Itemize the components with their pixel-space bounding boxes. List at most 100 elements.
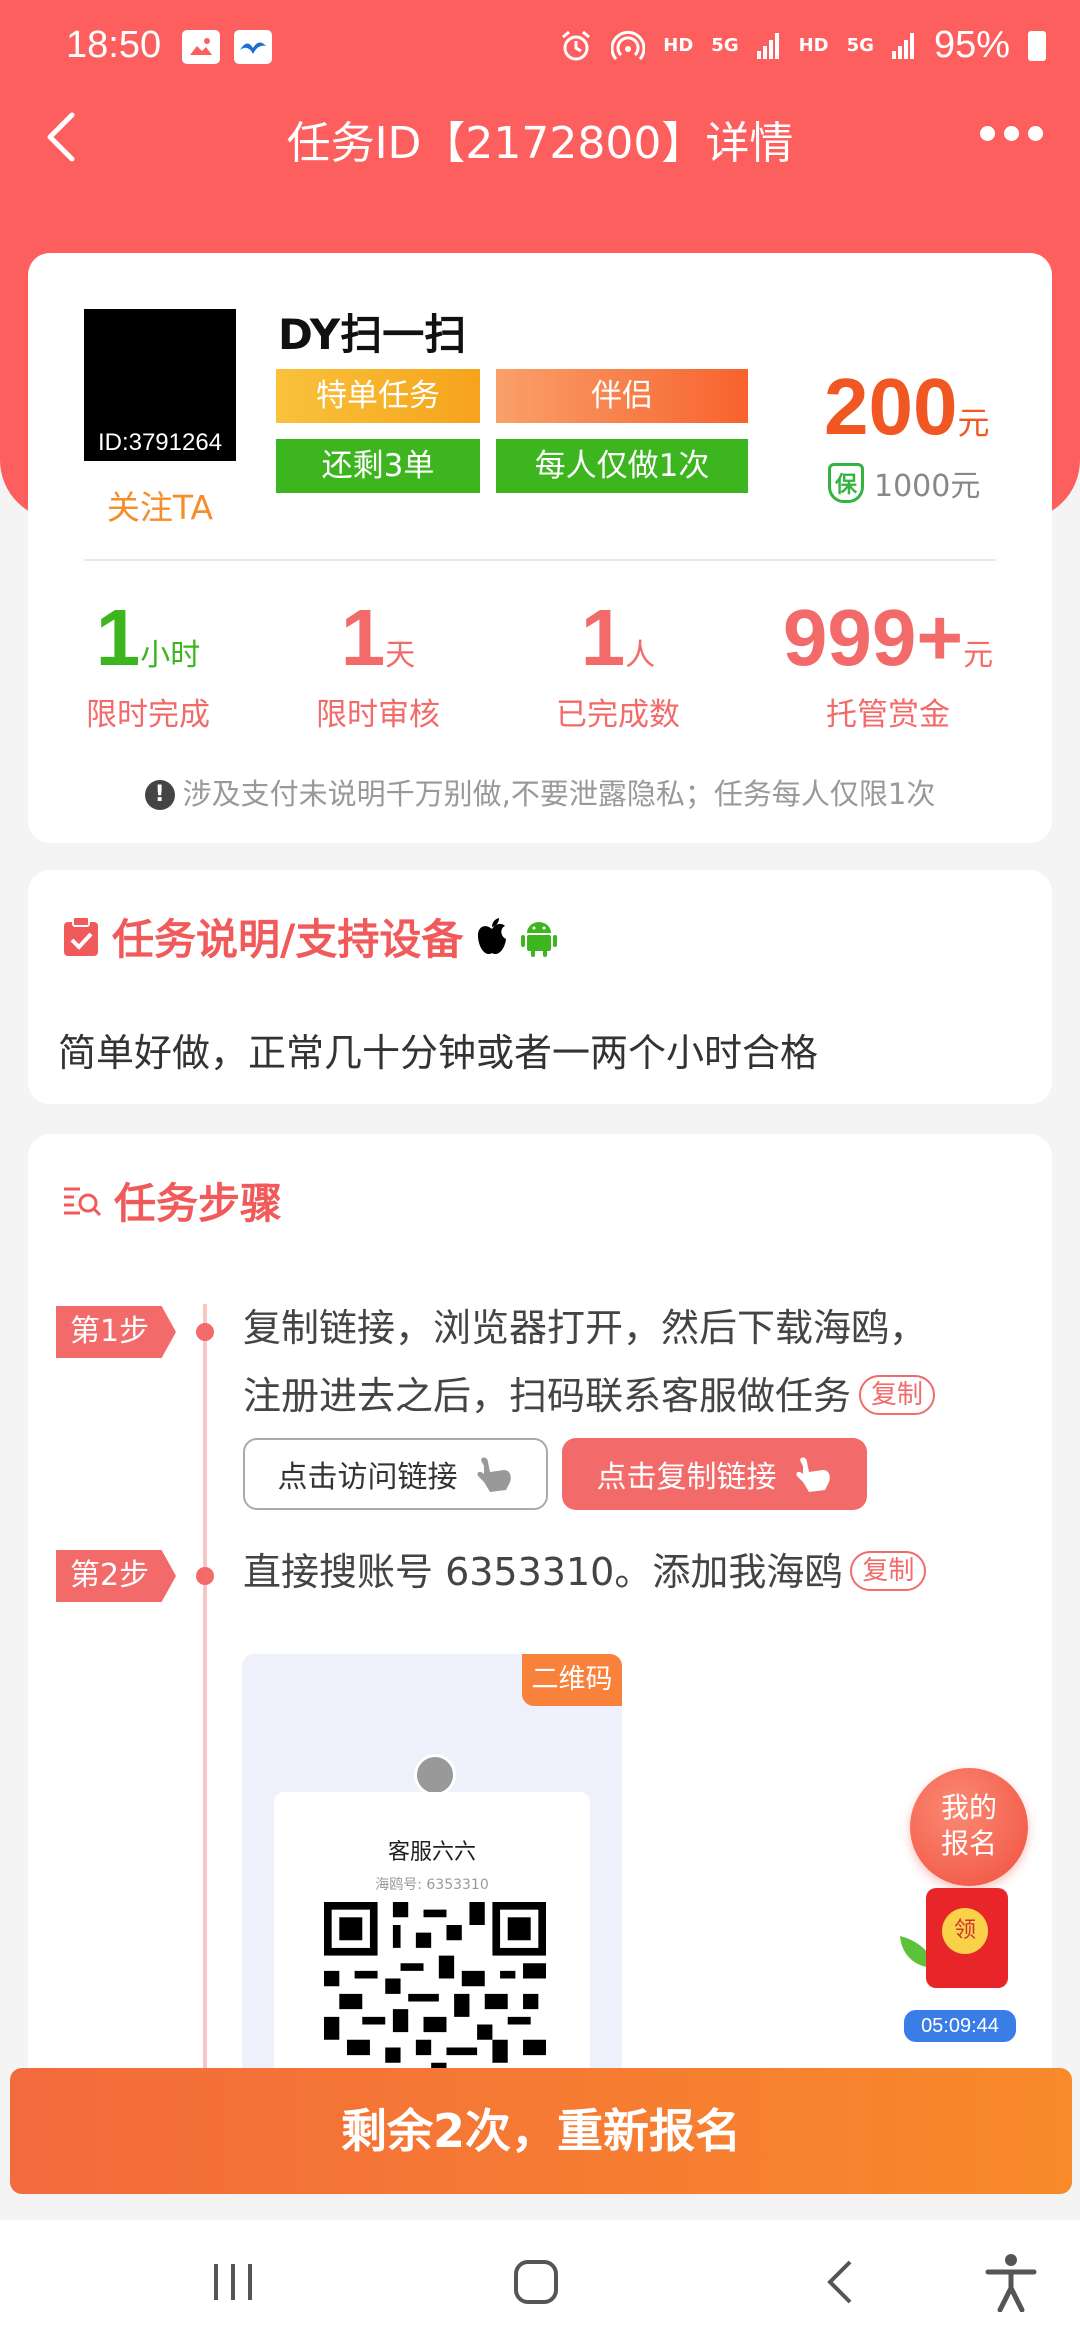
task-description-card: 任务说明/支持设备 简单好做，正常几十分钟或者一两个小时合格 [28,870,1052,1104]
price-value: 200 [824,362,958,451]
step-1-line-2: 注册进去之后，扫码联系客服做任务 [243,1374,852,1418]
stat-label: 限时审核 [316,697,440,733]
signal-icon-2 [891,32,914,59]
follow-button[interactable]: 关注TA [84,481,236,529]
android-icon [521,921,558,957]
signup-line-2: 报名 [940,1827,997,1860]
stat-unit: 小时 [140,638,201,673]
stat-unit: 天 [385,638,416,673]
service-name: 客服六六 [387,1840,476,1865]
guarantee-info: 保 1000元 [828,461,980,505]
stat-label: 已完成数 [556,697,680,733]
copy-link-label: 点击复制链接 [596,1460,777,1495]
steps-title-text: 任务步骤 [114,1179,283,1228]
home-icon[interactable] [512,2258,560,2306]
status-time: 18:50 [66,24,162,66]
warning-icon: ! [144,780,175,810]
page-title: 任务ID【2172800】详情 [286,118,794,169]
pointing-hand-icon [476,1457,511,1492]
step-1-text: 复制链接，浏览器打开，然后下载海鸥， 注册进去之后，扫码联系客服做任务 复制 [243,1294,936,1430]
warning-notice: ! 涉及支付未说明千万别做,不要泄露隐私；任务每人仅限1次 [28,771,1052,813]
battery-percent: 95% [933,24,1010,66]
claim-coin-icon: 领 [942,1908,988,1954]
steps-timeline [203,1304,207,2124]
pointing-hand-icon [795,1457,830,1492]
nav-bar: 任务ID【2172800】详情 [0,95,1080,185]
status-right-icons: HD 5G HD 5G 95% [559,24,1046,67]
gallery-icon [182,30,220,64]
stat-value: 999+ [782,593,964,682]
copy-link-button[interactable]: 点击复制链接 [562,1438,867,1510]
step-2-badge: 第2步 [56,1550,176,1602]
qr-tag: 二维码 [522,1654,622,1706]
stat-unit: 元 [963,638,994,673]
step-2-dot [196,1567,214,1585]
battery-icon [1028,30,1046,61]
signup-line-1: 我的 [940,1791,997,1824]
task-summary-card: ID:3791264 关注TA DY扫一扫 特单任务 伴侣 还剩3单 每人仅做1… [28,253,1052,843]
guarantee-amount: 1000元 [874,469,981,504]
stat-value: 1 [95,593,141,682]
stat-escrow-reward: 999+元 托管赏金 [768,593,1008,734]
stat-review-limit: 1天 限时审核 [258,593,498,734]
guarantee-shield-icon: 保 [828,463,864,503]
service-account: 海鸥号: 6353310 [375,1877,489,1893]
list-search-icon [64,1187,102,1216]
countdown-timer: 05:09:44 [904,2010,1016,2042]
system-navigation-bar [0,2220,1080,2340]
status-bar: 18:50 HD 5G HD 5G 95% [0,0,1080,95]
step-1-line-2-row: 注册进去之后，扫码联系客服做任务 复制 [243,1362,936,1430]
service-avatar [414,1754,456,1796]
publisher-id: ID:3791264 [97,429,223,456]
stat-label: 托管赏金 [826,697,950,733]
description-title: 任务说明/支持设备 [62,906,558,967]
network-hd-2: HD [798,34,829,56]
seagull-app-icon [234,30,272,64]
step-2-line-1: 直接搜账号 6353310。添加我海鸥 [243,1550,843,1594]
task-name: DY扫一扫 [278,310,467,359]
network-5g-2: 5G [846,34,874,56]
network-hd-1: HD [663,34,694,56]
red-packet-widget[interactable]: 领 05:09:44 [898,1888,1028,2042]
task-price: 200元 [824,361,990,453]
back-icon[interactable] [822,2258,858,2306]
clipboard-check-icon [64,915,98,956]
signal-icon-1 [756,32,779,59]
my-signup-button[interactable]: 我的 报名 [910,1768,1028,1886]
step-1-line-1: 复制链接，浏览器打开，然后下载海鸥， [243,1306,928,1350]
visit-link-label: 点击访问链接 [277,1460,458,1495]
tag-special-task: 特单任务 [276,369,480,423]
network-5g-1: 5G [711,34,739,56]
publisher-avatar[interactable]: ID:3791264 [84,309,236,461]
stat-completed-count: 1人 已完成数 [498,593,738,734]
alarm-icon [562,30,591,60]
description-title-text: 任务说明/支持设备 [112,915,464,964]
description-text: 简单好做，正常几十分钟或者一两个小时合格 [58,1031,819,1075]
stat-unit: 人 [625,638,656,673]
step-1-dot [196,1323,214,1341]
price-unit: 元 [957,405,990,441]
re-signup-button[interactable]: 剩余2次，重新报名 [10,2068,1072,2194]
stat-value: 1 [580,593,626,682]
qr-code-card[interactable]: 二维码 客服六六 海鸥号: 6353310 [242,1654,622,2124]
tag-partner: 伴侣 [496,369,748,423]
stat-value: 1 [340,593,386,682]
tag-once-per-person: 每人仅做1次 [496,439,748,493]
accessibility-icon[interactable] [984,2252,1038,2312]
hotspot-icon [611,30,646,60]
stat-label: 限时完成 [86,697,210,733]
divider [84,559,996,561]
warning-text: 涉及支付未说明千万别做,不要泄露隐私；任务每人仅限1次 [182,777,936,811]
step-1-badge: 第1步 [56,1306,176,1358]
step-2-copy-button[interactable]: 复制 [850,1551,927,1591]
stat-time-limit: 1小时 限时完成 [28,593,268,734]
apple-icon [478,917,507,954]
step-1-copy-button[interactable]: 复制 [859,1375,936,1415]
visit-link-button[interactable]: 点击访问链接 [243,1438,548,1510]
status-notification-icons [182,30,272,64]
recent-apps-icon[interactable] [210,2260,256,2304]
more-menu-icon[interactable] [980,113,1050,153]
step-2-text: 直接搜账号 6353310。添加我海鸥 复制 [243,1538,927,1606]
steps-title: 任务步骤 [62,1170,282,1231]
tag-remaining: 还剩3单 [276,439,480,493]
